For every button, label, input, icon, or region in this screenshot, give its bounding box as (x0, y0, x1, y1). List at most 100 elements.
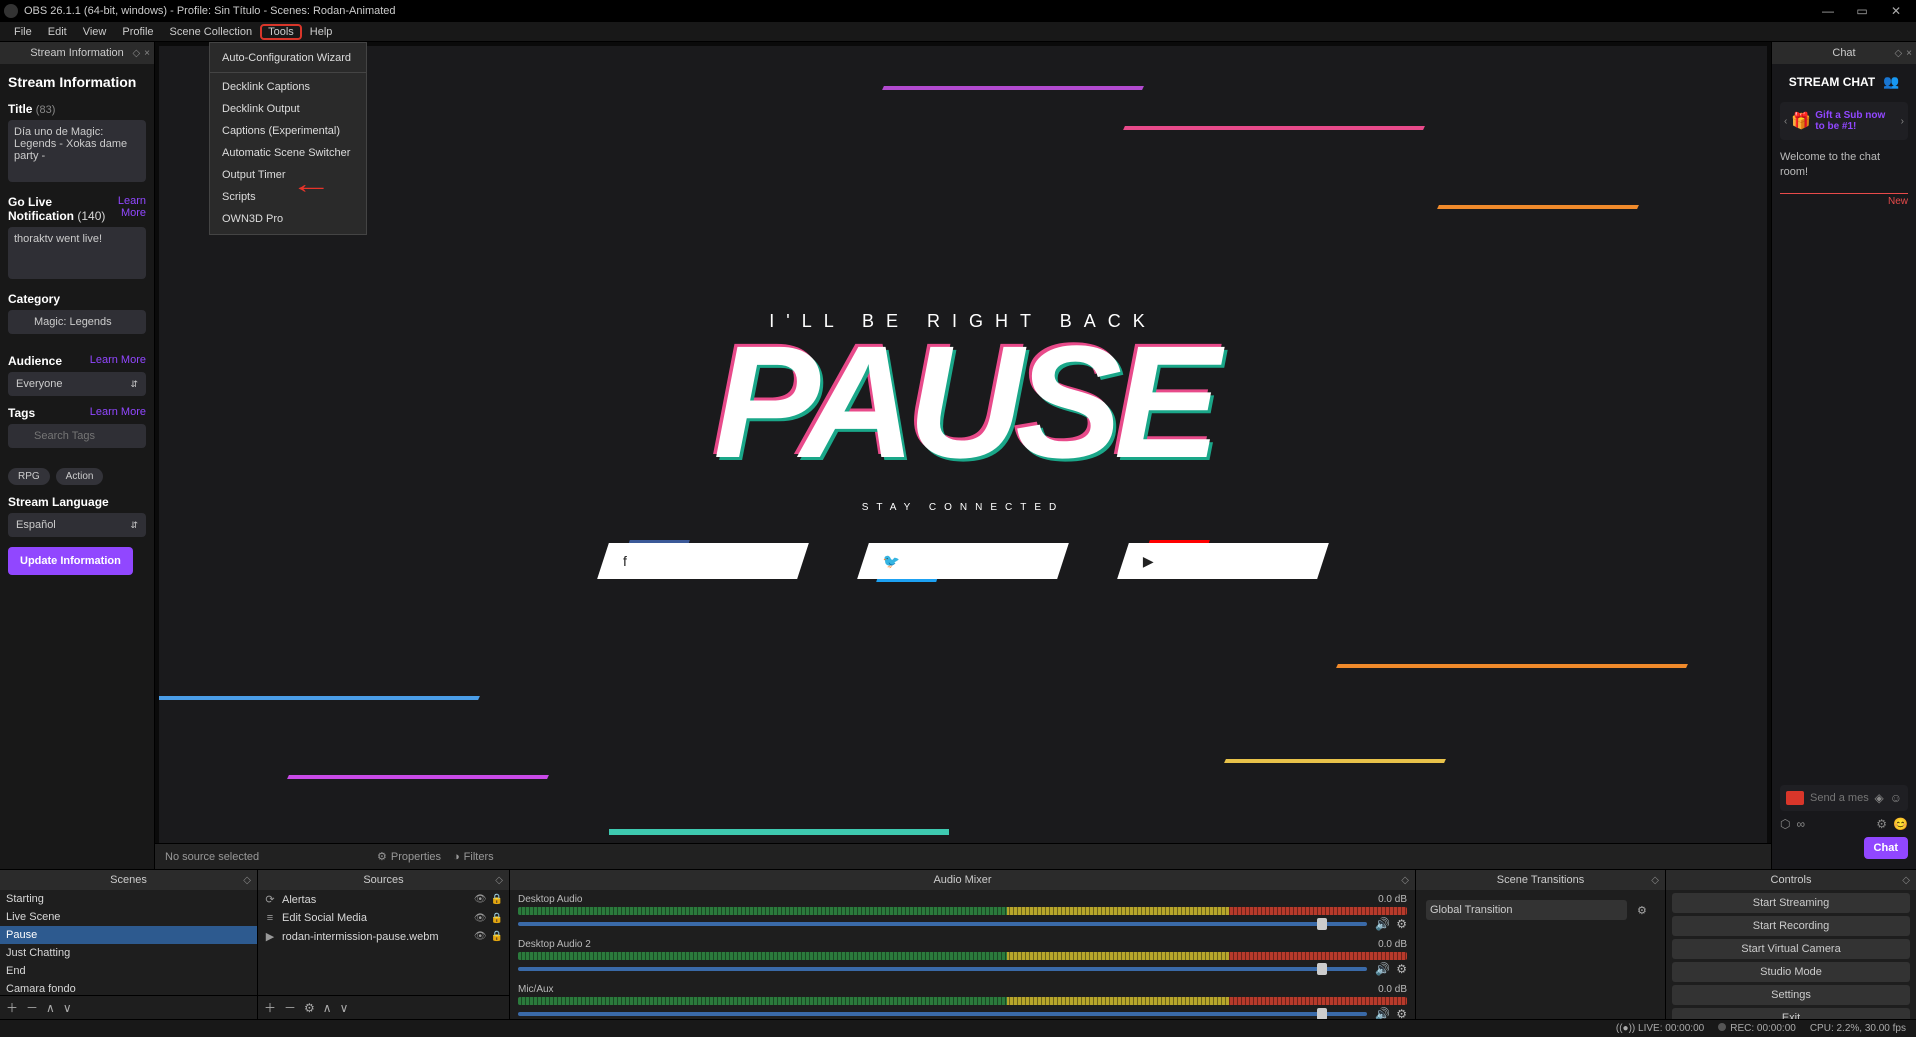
source-item[interactable]: ⟳Alertas👁🔒 (258, 890, 509, 909)
tools-auto-config[interactable]: Auto-Configuration Wizard (210, 47, 366, 69)
scene-up-button[interactable]: ∧ (46, 1001, 55, 1015)
audience-learn-more-link[interactable]: Learn More (90, 354, 146, 366)
maximize-button[interactable]: ▭ (1854, 3, 1870, 19)
tools-decklink-captions[interactable]: Decklink Captions (210, 76, 366, 98)
camera-icon[interactable] (1786, 791, 1804, 805)
menu-file[interactable]: File (6, 24, 40, 40)
control-button[interactable]: Studio Mode (1672, 962, 1910, 982)
chevron-right-icon[interactable]: › (1901, 116, 1904, 127)
panel-popout-icon[interactable]: ◇ (1651, 875, 1659, 886)
source-properties-button[interactable]: ⚙ (304, 1001, 315, 1015)
scene-item[interactable]: Starting (0, 890, 257, 908)
source-up-button[interactable]: ∧ (323, 1001, 332, 1015)
volume-slider[interactable] (518, 922, 1367, 926)
visibility-icon[interactable]: 👁 (474, 894, 487, 905)
audio-meter (518, 907, 1407, 915)
source-down-button[interactable]: ∨ (340, 1001, 349, 1015)
filters-button[interactable]: ◑Filters (453, 851, 494, 863)
scene-item[interactable]: Pause (0, 926, 257, 944)
scene-item[interactable]: Live Scene (0, 908, 257, 926)
control-button[interactable]: Exit (1672, 1008, 1910, 1019)
control-button[interactable]: Start Virtual Camera (1672, 939, 1910, 959)
emoji-icon[interactable]: ☺ (1890, 791, 1902, 805)
panel-popout-icon[interactable]: ◇ (243, 875, 251, 886)
preview-canvas[interactable]: I'LL BE RIGHT BACK PAUSE STAY CONNECTED … (159, 46, 1767, 843)
settings-icon[interactable]: ⚙ (1876, 817, 1887, 831)
tools-output-timer[interactable]: Output Timer (210, 164, 366, 186)
menu-edit[interactable]: Edit (40, 24, 75, 40)
control-button[interactable]: Start Streaming (1672, 893, 1910, 913)
scene-item[interactable]: End (0, 962, 257, 980)
golive-learn-more-link[interactable]: Learn More (107, 195, 146, 219)
tools-scripts[interactable]: Scripts (210, 186, 366, 208)
add-source-button[interactable]: ＋ (264, 999, 276, 1016)
transition-settings-icon[interactable]: ⚙ (1637, 904, 1647, 917)
menu-scene-collection[interactable]: Scene Collection (162, 24, 261, 40)
tag-rpg[interactable]: RPG (8, 468, 50, 485)
language-select[interactable]: Español ⇵ (8, 513, 146, 537)
menu-view[interactable]: View (75, 24, 115, 40)
remove-source-button[interactable]: － (284, 999, 296, 1016)
source-name: Alertas (282, 894, 316, 906)
control-button[interactable]: Start Recording (1672, 916, 1910, 936)
chat-send-button[interactable]: Chat (1864, 837, 1908, 859)
dock-popout-icon[interactable]: ◇ (132, 48, 140, 59)
transition-select[interactable]: Global Transition (1426, 900, 1627, 920)
users-icon[interactable]: 👥 (1883, 74, 1899, 90)
visibility-icon[interactable]: 👁 (474, 913, 487, 924)
tools-captions-experimental[interactable]: Captions (Experimental) (210, 120, 366, 142)
properties-button[interactable]: ⚙Properties (377, 850, 441, 863)
tools-decklink-output[interactable]: Decklink Output (210, 98, 366, 120)
menu-tools[interactable]: Tools (260, 24, 302, 40)
add-scene-button[interactable]: ＋ (6, 999, 18, 1016)
lock-icon[interactable]: 🔒 (491, 894, 503, 905)
golive-input[interactable]: thoraktv went live! (8, 227, 146, 279)
panel-popout-icon[interactable]: ◇ (1401, 875, 1409, 886)
panel-popout-icon[interactable]: ◇ (1902, 875, 1910, 886)
points-icon[interactable]: ∞ (1796, 817, 1805, 831)
panel-popout-icon[interactable]: ◇ (495, 875, 503, 886)
tags-search-input[interactable] (8, 424, 146, 448)
source-item[interactable]: ▶rodan-intermission-pause.webm👁🔒 (258, 927, 509, 946)
tools-auto-scene-switcher[interactable]: Automatic Scene Switcher (210, 142, 366, 164)
speaker-icon[interactable]: 🔊 (1375, 1007, 1390, 1019)
audience-select[interactable]: Everyone ⇵ (8, 372, 146, 396)
speaker-icon[interactable]: 🔊 (1375, 917, 1390, 931)
lock-icon[interactable]: 🔒 (491, 913, 503, 924)
chevron-left-icon[interactable]: ‹ (1784, 116, 1787, 127)
minimize-button[interactable]: ― (1820, 3, 1836, 19)
scene-item[interactable]: Just Chatting (0, 944, 257, 962)
volume-slider[interactable] (518, 967, 1367, 971)
golive-count: (140) (77, 209, 105, 223)
update-information-button[interactable]: Update Information (8, 547, 133, 575)
menu-help[interactable]: Help (302, 24, 341, 40)
remove-scene-button[interactable]: － (26, 999, 38, 1016)
gift-icon: 🎁 (1791, 111, 1811, 131)
dock-popout-icon[interactable]: ◇ (1894, 48, 1902, 59)
category-input[interactable] (8, 310, 146, 334)
menu-profile[interactable]: Profile (114, 24, 161, 40)
dock-close-icon[interactable]: × (1906, 48, 1912, 59)
tag-action[interactable]: Action (56, 468, 104, 485)
gift-sub-banner[interactable]: ‹ 🎁 Gift a Sub nowto be #1! › (1780, 102, 1908, 140)
track-settings-icon[interactable]: ⚙ (1396, 962, 1407, 976)
tags-learn-more-link[interactable]: Learn More (90, 406, 146, 418)
tools-own3d-pro[interactable]: OWN3D Pro (210, 208, 366, 230)
track-settings-icon[interactable]: ⚙ (1396, 1007, 1407, 1019)
track-settings-icon[interactable]: ⚙ (1396, 917, 1407, 931)
bits-icon[interactable]: ⬡ (1780, 817, 1790, 831)
chat-message-input[interactable] (1810, 792, 1869, 804)
scene-item[interactable]: Camara fondo (0, 980, 257, 995)
source-item[interactable]: ≡Edit Social Media👁🔒 (258, 909, 509, 927)
visibility-icon[interactable]: 👁 (474, 931, 487, 942)
dock-close-icon[interactable]: × (144, 48, 150, 59)
smile-icon[interactable]: 😊 (1893, 817, 1908, 831)
control-button[interactable]: Settings (1672, 985, 1910, 1005)
lock-icon[interactable]: 🔒 (491, 931, 503, 942)
volume-slider[interactable] (518, 1012, 1367, 1016)
close-button[interactable]: ✕ (1888, 3, 1904, 19)
title-input[interactable]: Día uno de Magic: Legends - Xokas dame p… (8, 120, 146, 182)
speaker-icon[interactable]: 🔊 (1375, 962, 1390, 976)
scene-down-button[interactable]: ∨ (63, 1001, 72, 1015)
diamond-icon[interactable]: ◈ (1875, 791, 1884, 805)
